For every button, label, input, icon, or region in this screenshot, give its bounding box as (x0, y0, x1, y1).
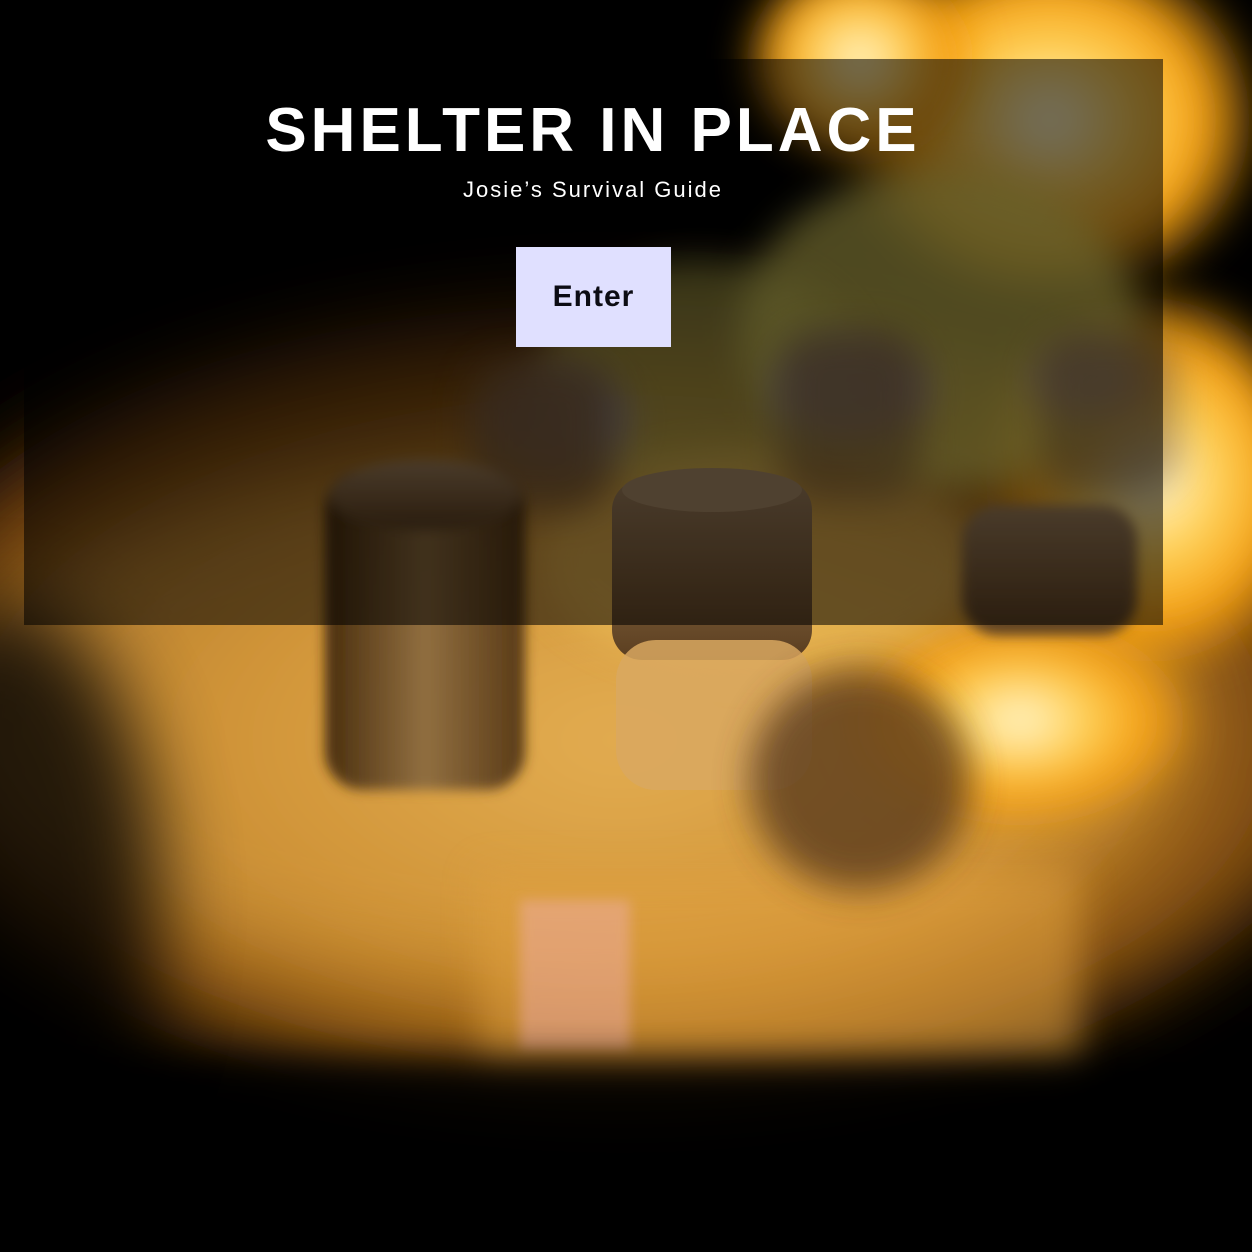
page-subtitle: Josie’s Survival Guide (462, 177, 724, 202)
landing-page: SHELTER IN PLACE Josie’s Survival Guide … (0, 0, 1252, 1252)
enter-button[interactable]: Enter (516, 247, 671, 347)
page-title: SHELTER IN PLACE (265, 96, 921, 165)
